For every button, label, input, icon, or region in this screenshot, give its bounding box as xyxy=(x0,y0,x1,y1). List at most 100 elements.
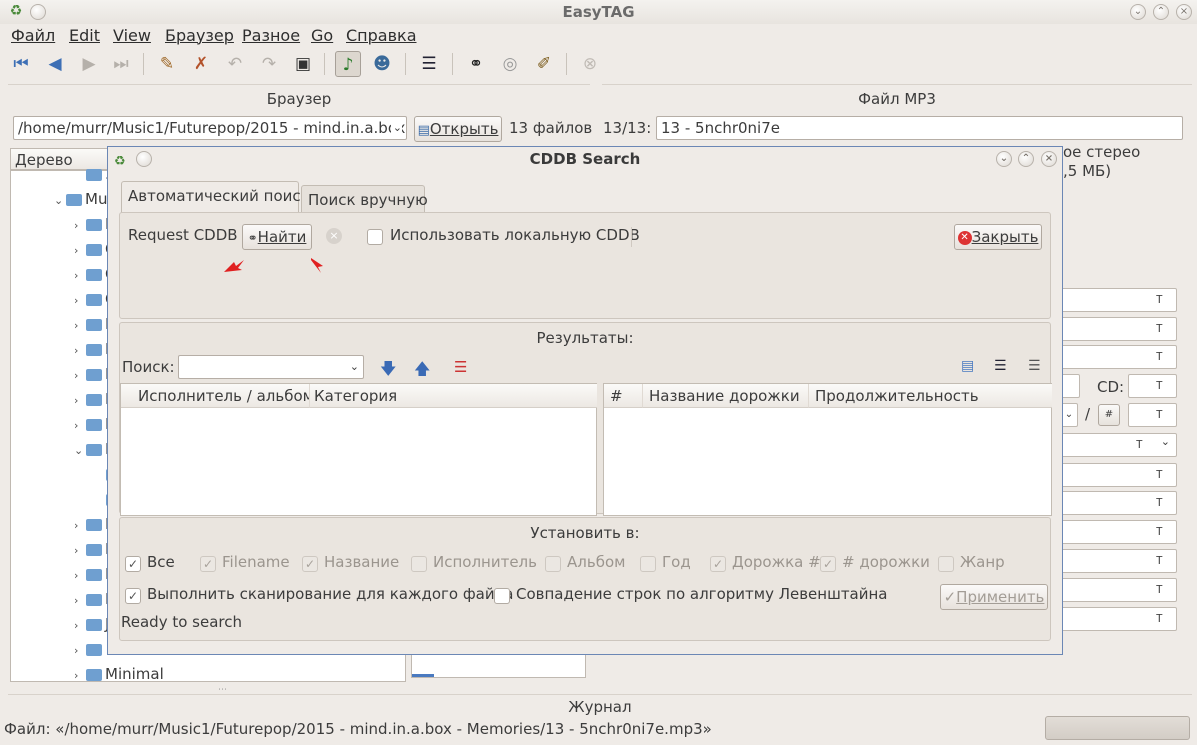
filename-entry[interactable]: 13 - 5nchr0ni7e xyxy=(656,116,1183,140)
col-track-number[interactable]: # xyxy=(604,384,642,408)
save-icon[interactable]: ▣ xyxy=(290,51,316,77)
chevron-right-icon[interactable]: › xyxy=(74,313,86,338)
chevron-right-icon[interactable]: › xyxy=(74,413,86,438)
maximize-button[interactable]: ⌃ xyxy=(1153,4,1169,20)
menu-misc[interactable]: Разное xyxy=(242,26,300,45)
chevron-right-icon[interactable]: ⌄ xyxy=(74,438,86,463)
dialog-menu-button[interactable] xyxy=(136,151,152,167)
cd-icon[interactable]: ◎ xyxy=(497,51,523,77)
close-dialog-button[interactable]: ✕ Закрыть xyxy=(954,224,1042,250)
chevron-right-icon[interactable]: › xyxy=(74,613,86,638)
chevron-right-icon[interactable]: › xyxy=(74,288,86,313)
chevron-right-icon[interactable]: › xyxy=(74,388,86,413)
text-insert-icon[interactable]: T xyxy=(1156,293,1170,307)
levenshtein-checkbox[interactable] xyxy=(494,588,510,604)
notes-icon[interactable]: ▤ xyxy=(961,358,974,374)
tag-field-title[interactable]: T xyxy=(1060,288,1177,312)
col-duration[interactable]: Продолжительность xyxy=(808,384,1052,408)
text-insert-icon[interactable]: T xyxy=(1156,612,1170,626)
chevron-right-icon[interactable]: › xyxy=(74,213,86,238)
file-list[interactable] xyxy=(411,652,586,678)
col-category[interactable]: Категория xyxy=(309,384,597,408)
col-artist-album[interactable]: Исполнитель / альбом xyxy=(121,384,314,408)
text-insert-icon[interactable]: T xyxy=(1156,554,1170,568)
tracks-list[interactable]: # Название дорожки Продолжительность xyxy=(603,383,1052,516)
field-checkbox[interactable]: ✓ xyxy=(125,556,141,572)
cd-field[interactable]: T xyxy=(1128,374,1177,398)
chevron-right-icon[interactable]: › xyxy=(74,338,86,363)
chevron-right-icon[interactable]: › xyxy=(74,538,86,563)
search-combo[interactable]: ⌄ xyxy=(178,355,364,379)
tag-field-album-artist[interactable]: T xyxy=(1060,345,1177,369)
menu-file[interactable]: Файл xyxy=(11,26,55,45)
artist-icon[interactable]: ☻ xyxy=(369,51,395,77)
list-view-icon[interactable]: ☰ xyxy=(994,358,1007,374)
tag-field-composer[interactable]: T xyxy=(1060,491,1177,515)
tree-item[interactable]: ›I xyxy=(74,512,109,537)
chevron-right-icon[interactable]: › xyxy=(74,263,86,288)
stop-icon[interactable]: × xyxy=(326,228,342,244)
field-checkbox[interactable]: ✓ xyxy=(302,556,318,572)
window-menu-button[interactable] xyxy=(30,4,46,20)
field-checkbox[interactable] xyxy=(938,556,954,572)
use-local-cddb-checkbox[interactable] xyxy=(367,229,383,245)
scan-each-checkbox[interactable]: ✓ xyxy=(125,588,141,604)
text-insert-icon[interactable]: T xyxy=(1156,468,1170,482)
menu-edit[interactable]: Edit xyxy=(69,26,100,45)
tree-item[interactable]: › Minimal xyxy=(74,662,164,687)
prev-icon[interactable]: ◀ xyxy=(42,51,68,77)
music-icon[interactable]: ♪ xyxy=(335,51,361,77)
field-checkbox[interactable] xyxy=(545,556,561,572)
next-icon[interactable]: ▶ xyxy=(76,51,102,77)
genre-combo[interactable]: T ⌄ xyxy=(1060,433,1177,457)
tree-item[interactable]: › xyxy=(74,637,105,662)
field-checkbox[interactable] xyxy=(411,556,427,572)
text-insert-icon[interactable]: T xyxy=(1156,525,1170,539)
open-button[interactable]: ▤Открыть xyxy=(414,116,502,142)
track-total-field[interactable]: T xyxy=(1128,403,1177,427)
tab-auto-search[interactable]: Автоматический поиск xyxy=(121,181,310,213)
text-insert-icon[interactable]: T xyxy=(1156,322,1170,336)
chevron-right-icon[interactable]: ⌄ xyxy=(54,188,66,213)
tag-field-artist[interactable]: T xyxy=(1060,317,1177,341)
undo-icon[interactable]: ↶ xyxy=(222,51,248,77)
track-count-button[interactable]: # xyxy=(1098,404,1120,426)
close-button[interactable]: × xyxy=(1176,4,1192,20)
compact-view-icon[interactable]: ☰ xyxy=(1028,358,1041,374)
tree-item[interactable]: ›I xyxy=(74,587,109,612)
chevron-right-icon[interactable]: › xyxy=(74,363,86,388)
tag-field-comment[interactable]: T xyxy=(1060,463,1177,487)
tag-field-encoded-by[interactable]: T xyxy=(1060,607,1177,631)
chevron-right-icon[interactable]: › xyxy=(74,588,86,613)
chevron-right-icon[interactable]: › xyxy=(74,563,86,588)
field-checkbox[interactable]: ✓ xyxy=(200,556,216,572)
arrow-up-icon[interactable]: 🡅 xyxy=(414,358,430,385)
path-combo[interactable]: /home/murr/Music1/Futurepop/2015 - mind.… xyxy=(13,116,407,140)
text-insert-icon[interactable]: T xyxy=(1156,379,1170,393)
text-insert-icon[interactable]: T xyxy=(1136,438,1150,452)
chevron-right-icon[interactable]: › xyxy=(74,238,86,263)
text-insert-icon[interactable]: T xyxy=(1156,583,1170,597)
tag-field-orig-artist[interactable]: T xyxy=(1060,520,1177,544)
select-all-icon[interactable]: ☰ xyxy=(454,358,467,376)
albums-list[interactable]: Исполнитель / альбом Категория xyxy=(120,383,597,516)
apply-button[interactable]: ✓Применить xyxy=(940,584,1048,610)
first-icon[interactable]: ⏮ xyxy=(8,51,34,77)
stop-icon[interactable]: ⊗ xyxy=(577,51,603,77)
tree-item[interactable]: ⌄ Mu xyxy=(54,187,107,212)
tree-item[interactable]: ›I xyxy=(74,537,109,562)
edit-icon[interactable]: ✎ xyxy=(154,51,180,77)
tag-field-copyright[interactable]: T xyxy=(1060,549,1177,573)
text-insert-icon[interactable]: T xyxy=(1156,408,1170,422)
field-checkbox[interactable]: ✓ xyxy=(710,556,726,572)
dialog-maximize-button[interactable]: ⌃ xyxy=(1018,151,1034,167)
chevron-right-icon[interactable]: › xyxy=(74,513,86,538)
minimize-button[interactable]: ⌄ xyxy=(1130,4,1146,20)
tab-manual-search[interactable]: Поиск вручную xyxy=(301,185,428,215)
menu-view[interactable]: View xyxy=(113,26,151,45)
menu-go[interactable]: Go xyxy=(311,26,333,45)
text-insert-icon[interactable]: T xyxy=(1156,350,1170,364)
tree-item[interactable]: ›I xyxy=(74,562,109,587)
search-binoculars-icon[interactable]: ⚭ xyxy=(463,51,489,77)
menu-help[interactable]: Справка xyxy=(346,26,417,45)
